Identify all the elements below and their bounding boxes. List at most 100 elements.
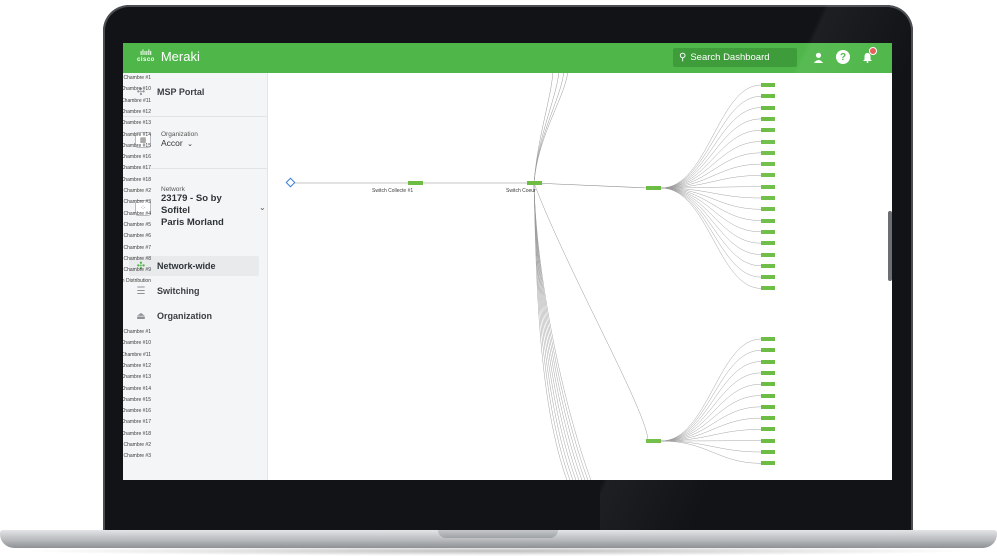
topology-link	[660, 395, 762, 442]
topology-link	[660, 361, 762, 442]
switch-chambre-node[interactable]	[761, 94, 775, 99]
top-bar: ılıılı cisco Meraki ⚲ Search Dashboard ?	[123, 43, 892, 73]
switch-chambre-node[interactable]	[761, 229, 775, 234]
switch-chambre-node[interactable]	[761, 286, 775, 291]
node-label-switch: Etage #13 - Switch Chambre #17	[123, 165, 151, 172]
notifications-icon[interactable]	[860, 47, 877, 64]
node-label-switch: Etage #14 - Switch Chambre #15	[123, 396, 151, 403]
switch-collecte-node[interactable]	[408, 181, 423, 185]
switch-chambre-node[interactable]	[761, 83, 775, 87]
sidebar-item-label: Organization	[157, 311, 213, 321]
switch-chambre-node[interactable]	[761, 139, 775, 144]
node-label-switch: Etage #13 - Switch Chambre #5	[123, 221, 151, 228]
switch-chambre-node[interactable]	[761, 150, 775, 155]
node-label-switch: Etage #13 - Switch Chambre #4	[123, 210, 151, 217]
node-label-switch: Etage #13 - Switch Chambre #3	[123, 199, 151, 206]
topology-link	[533, 182, 649, 442]
sidebar-item-organization[interactable]: ⏏ Organization	[135, 310, 212, 322]
switch-chambre-node[interactable]	[761, 427, 775, 432]
help-icon[interactable]: ?	[836, 50, 850, 64]
topology-link	[660, 350, 762, 442]
topology-link	[533, 182, 589, 480]
laptop-notch	[438, 530, 558, 538]
topology-link	[533, 73, 568, 184]
node-label-switch: Etage #14 - Switch Chambre #11	[123, 351, 151, 358]
switch-chambre-node[interactable]	[761, 162, 775, 167]
meraki-logo[interactable]: ılıılı cisco Meraki	[137, 49, 200, 64]
network-label: Network	[161, 186, 185, 193]
node-label-switch: Etage #14 - Switch Chambre #2	[123, 442, 151, 448]
switch-chambre-node[interactable]	[761, 173, 775, 178]
switch-chambre-node[interactable]	[761, 370, 775, 375]
switch-chambre-node[interactable]	[761, 196, 775, 200]
switch-chambre-node[interactable]	[761, 128, 775, 133]
topology-link	[660, 187, 762, 244]
topology-link	[660, 141, 762, 189]
topology-links	[293, 73, 762, 480]
chevron-down-icon: ⌄	[259, 203, 266, 212]
organization-label: Organization	[161, 131, 198, 138]
switching-icon: ☰	[136, 285, 146, 297]
topology-link	[660, 440, 762, 464]
topology-link	[660, 187, 762, 289]
switch-chambre-node[interactable]	[761, 461, 775, 466]
node-label-switch: Etage #14 - Switch Chambre #10	[123, 340, 151, 347]
dashboard-screen: ılıılı cisco Meraki ⚲ Search Dashboard ?…	[123, 43, 892, 480]
sidebar-divider	[123, 116, 267, 117]
switch-chambre-node[interactable]	[761, 438, 775, 443]
switch-chambre-node[interactable]	[761, 404, 775, 409]
switch-chambre-node[interactable]	[761, 184, 775, 189]
switch-chambre-node[interactable]	[761, 116, 775, 121]
topology-link	[532, 182, 649, 189]
switch-chambre-node[interactable]	[761, 263, 775, 268]
topology-link	[660, 118, 762, 189]
topology-link	[533, 73, 564, 184]
node-label-switch: Etage #14 - Switch Chambre #16	[123, 408, 151, 415]
user-icon[interactable]	[811, 50, 825, 64]
organization-icon: ⏏	[136, 310, 146, 322]
node-label-switch: Etage #13 - Switch Chambre #14	[123, 131, 151, 138]
network-selector[interactable]: ⁘ Network 23179 - So by Sofitel Paris Mo…	[135, 186, 266, 229]
node-label-switch: Etage #13 - Switch Distribution	[123, 278, 151, 285]
switch-chambre-node[interactable]	[761, 416, 775, 421]
switch-chambre-node[interactable]	[761, 252, 775, 257]
sidebar-item-switching[interactable]: ☰ Switching	[135, 285, 200, 297]
switch-chambre-node[interactable]	[761, 218, 775, 223]
switch-chambre-node[interactable]	[761, 337, 775, 341]
switch-chambre-node[interactable]	[761, 359, 775, 364]
switch-chambre-node[interactable]	[761, 207, 775, 212]
topology-link	[660, 406, 762, 442]
etage14-interconnexion-node[interactable]	[646, 439, 661, 443]
scrollbar[interactable]	[888, 211, 892, 281]
node-label-switch: Etage #14 - Switch Chambre #18	[123, 430, 151, 437]
node-label-switch: Etage #13 - Switch Chambre #7	[123, 244, 151, 251]
node-label-switch: Etage #13 - Switch Chambre #6	[123, 233, 151, 240]
node-label-switch: Etage #14 - Switch Chambre #14	[123, 385, 151, 392]
switch-chambre-node[interactable]	[761, 450, 775, 454]
node-label-switch: Etage #14 - Switch Chambre #13	[123, 374, 151, 381]
etage13-interconnexion-node[interactable]	[646, 186, 661, 190]
brand-name: Meraki	[160, 49, 200, 64]
network-value-line1: 23179 - So by Sofitel	[161, 193, 222, 216]
screen-bezel	[123, 480, 892, 515]
switch-chambre-node[interactable]	[761, 393, 775, 398]
switch-coeur-node[interactable]	[527, 181, 542, 185]
topology-link	[660, 187, 762, 267]
chevron-down-icon: ⌄	[187, 141, 193, 148]
sidebar-item-label: Switching	[157, 286, 200, 296]
node-label-switch-coeur: Switch Coeur	[506, 188, 536, 194]
node-label-switch: Etage #13 - Switch Chambre #11	[123, 97, 151, 104]
node-label-switch: Etage #13 - Switch Chambre #8	[123, 255, 151, 262]
switch-chambre-node[interactable]	[761, 275, 775, 280]
search-placeholder: Search Dashboard	[690, 52, 770, 63]
switch-chambre-node[interactable]	[761, 105, 775, 110]
switch-chambre-node[interactable]	[761, 241, 775, 246]
switch-chambre-node[interactable]	[761, 382, 775, 387]
node-label-switch-collecte: Switch Collecte #1	[372, 188, 414, 194]
node-label-switch: Etage #13 - Switch Chambre #18	[123, 176, 151, 183]
switch-chambre-node[interactable]	[761, 348, 775, 353]
topology-link	[660, 96, 762, 189]
node-label-switch: Etage #13 - Switch Chambre #16	[123, 154, 151, 161]
search-input[interactable]: ⚲ Search Dashboard	[673, 48, 797, 67]
sidebar-item-label: Network-wide	[157, 261, 216, 271]
